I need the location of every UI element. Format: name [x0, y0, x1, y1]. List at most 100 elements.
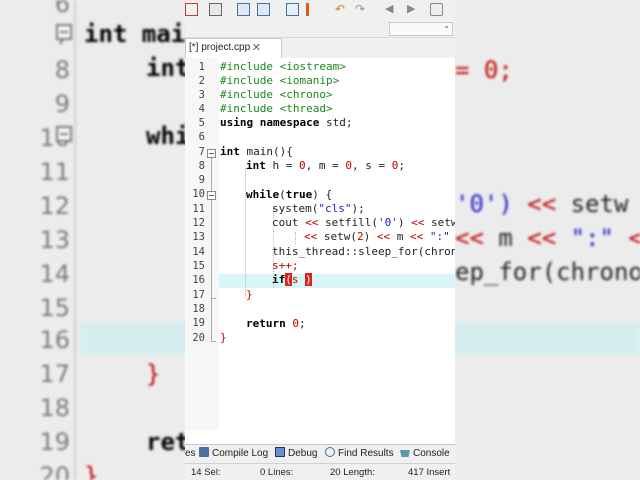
- background-code: <: [628, 224, 640, 252]
- line-number: 17: [192, 289, 205, 301]
- indent-icon[interactable]: [306, 3, 319, 16]
- code-line-1: #include <iostream>: [220, 60, 346, 73]
- ide-window: ↶ ↷ ◀ ▶ ⌄ [*] project.cpp ✕ 1 2 3 4 5 6 …: [185, 0, 455, 480]
- tab-resources[interactable]: es: [185, 447, 196, 461]
- code-token: 0: [299, 159, 306, 172]
- print-icon[interactable]: [209, 3, 222, 16]
- current-line-highlight: [219, 274, 455, 288]
- code-token: }: [246, 288, 253, 301]
- code-token: system(: [272, 202, 319, 215]
- code-token: true: [285, 188, 313, 201]
- line-number: 12: [192, 217, 205, 229]
- editor-tab-strip: [*] project.cpp ✕: [185, 38, 455, 59]
- tab-label: Console: [413, 448, 450, 459]
- code-token: #include: [220, 88, 280, 101]
- bookmark-icon[interactable]: [185, 3, 198, 16]
- tab-label: Debug: [288, 448, 318, 459]
- code-token: h =: [265, 159, 299, 172]
- fold-end-marker: [211, 298, 216, 299]
- tab-debug[interactable]: Debug: [275, 447, 317, 461]
- find-icon[interactable]: [237, 3, 250, 16]
- line-number: 11: [192, 203, 205, 215]
- redo-icon[interactable]: ↷: [355, 3, 368, 16]
- code-token: <<: [304, 230, 318, 243]
- code-editor[interactable]: 1 2 3 4 5 6 7 8 9 10 11 12 13 14 15 16 1…: [185, 58, 455, 430]
- line-number: 10: [192, 188, 205, 200]
- code-token: <<: [376, 230, 391, 243]
- code-token: 2: [357, 230, 364, 243]
- brace-match-close: ): [305, 273, 312, 286]
- background-code: int: [146, 54, 190, 82]
- tab-label: Compile Log: [212, 448, 269, 459]
- background-code: int main: [84, 20, 200, 48]
- background-gutter-line: [74, 0, 76, 480]
- code-line-5: using namespace std;: [220, 116, 352, 129]
- code-token: ;: [299, 317, 306, 330]
- fold-collapse-icon[interactable]: [207, 149, 216, 158]
- background-line-number: 17: [39, 360, 70, 388]
- close-icon[interactable]: ✕: [252, 39, 261, 57]
- undo-icon[interactable]: ↶: [335, 3, 348, 16]
- code-line-14: this_thread::sleep_for(chrono: [272, 245, 455, 258]
- background-line-number: 9: [54, 90, 70, 118]
- bottom-panel-tabs: es Compile Log Debug Find Results Consol…: [185, 444, 455, 463]
- replace-icon[interactable]: [257, 3, 270, 16]
- code-token: ): [363, 230, 377, 243]
- back-icon[interactable]: ◀: [385, 3, 398, 16]
- tab-label: Find Results: [338, 448, 394, 459]
- code-token: this_thread::sleep_for(chrono: [272, 245, 455, 258]
- background-line-number: 19: [39, 428, 70, 456]
- background-code: }: [146, 360, 161, 388]
- code-token: std;: [319, 116, 353, 129]
- background-code: ":": [570, 224, 614, 252]
- background-code: whi: [146, 122, 190, 150]
- debug-icon[interactable]: [430, 3, 443, 16]
- console-icon: [400, 450, 410, 457]
- code-token: <<: [410, 230, 424, 243]
- code-line-12: cout << setfill('0') << setw: [272, 216, 455, 229]
- code-line-20: }: [220, 331, 227, 344]
- background-line-number: 11: [39, 158, 70, 186]
- fold-collapse-icon[interactable]: [207, 191, 216, 200]
- code-token: }: [220, 331, 227, 344]
- code-token: if: [272, 273, 286, 286]
- fold-guide: [211, 158, 212, 341]
- line-number: 20: [192, 332, 205, 344]
- line-number: 2: [198, 75, 205, 87]
- goto-icon[interactable]: [286, 3, 299, 16]
- code-line-8: int h = 0, m = 0, s = 0;: [246, 159, 405, 172]
- line-number: 1: [198, 61, 205, 73]
- background-code: }: [84, 462, 99, 480]
- code-token: main(){: [239, 145, 293, 158]
- code-token: ) {: [312, 188, 333, 201]
- code-token: s: [272, 259, 279, 272]
- code-token: int: [246, 159, 266, 172]
- background-code: <<: [455, 224, 484, 252]
- code-token: <chrono>: [279, 88, 333, 101]
- function-dropdown[interactable]: ⌄: [389, 21, 453, 36]
- code-token: ): [397, 216, 412, 229]
- code-token: <<: [411, 216, 425, 229]
- code-token: int: [220, 145, 240, 158]
- code-token: '0': [377, 216, 398, 229]
- line-number: 4: [198, 103, 205, 115]
- toolbar: ↶ ↷ ◀ ▶: [185, 0, 455, 21]
- fold-end-marker: [211, 341, 216, 342]
- code-line-19: return 0;: [246, 317, 306, 330]
- tab-find-results[interactable]: Find Results: [325, 447, 394, 461]
- tab-console[interactable]: Console: [400, 447, 450, 461]
- background-code: ret: [146, 428, 190, 456]
- tab-project-cpp[interactable]: [*] project.cpp ✕: [185, 38, 282, 58]
- code-token: , s =: [352, 159, 392, 172]
- code-token: (: [279, 188, 286, 201]
- background-code: = 0;: [455, 56, 513, 84]
- code-token: 0: [345, 159, 352, 172]
- line-number: 15: [192, 260, 205, 272]
- tab-compile-log[interactable]: Compile Log: [199, 447, 268, 461]
- find-results-icon: [325, 447, 335, 457]
- indent-guide: [295, 232, 296, 244]
- forward-icon[interactable]: ▶: [407, 3, 420, 16]
- code-token: while: [246, 188, 280, 201]
- line-number: 14: [192, 246, 205, 258]
- code-token: cout: [272, 216, 306, 229]
